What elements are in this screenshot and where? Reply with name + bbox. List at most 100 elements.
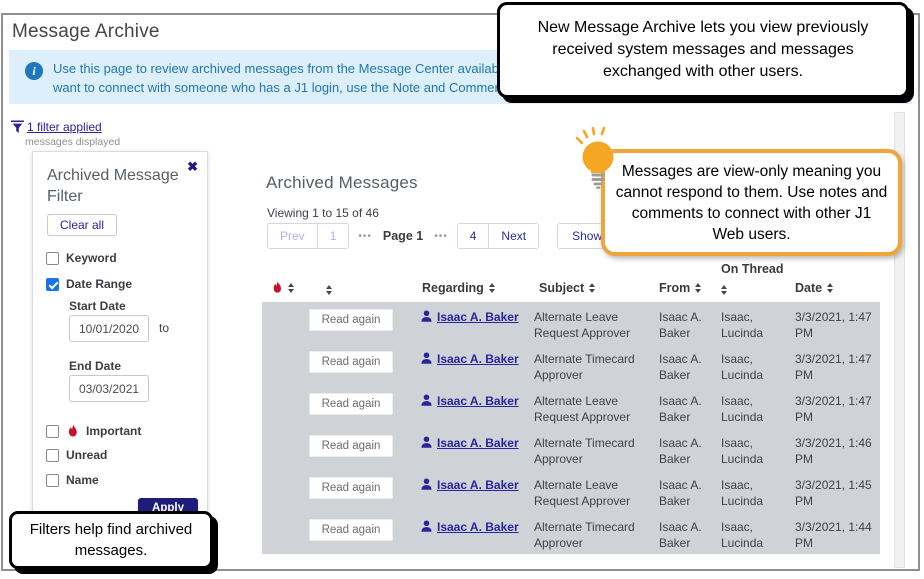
sort-icon[interactable] (827, 283, 833, 293)
regarding-link[interactable]: Isaac A. Baker (437, 477, 519, 493)
regarding-link[interactable]: Isaac A. Baker (437, 309, 519, 325)
on-thread-cell: Isaac, Lucinda (718, 309, 792, 341)
on-thread-cell: Isaac, Lucinda (718, 477, 792, 509)
subject-cell: Alternate Leave Request Approver (534, 309, 656, 341)
on-thread-cell: Isaac, Lucinda (718, 393, 792, 425)
filter-funnel-icon (11, 120, 24, 134)
date-cell: 3/3/2021, 1:46 PM (792, 435, 880, 467)
callout-new-message-archive: New Message Archive lets you view previo… (497, 2, 909, 98)
date-cell: 3/3/2021, 1:44 PM (792, 519, 880, 551)
sort-icon[interactable] (288, 283, 294, 293)
from-cell: Isaac A. Baker (656, 309, 718, 341)
name-checkbox[interactable] (46, 474, 59, 487)
filter-applied[interactable]: 1 filter applied (11, 120, 102, 134)
regarding-link[interactable]: Isaac A. Baker (437, 519, 519, 535)
from-cell: Isaac A. Baker (656, 477, 718, 509)
callout-bottom-text: Filters help find archived messages. (12, 519, 210, 561)
start-date-input[interactable] (69, 315, 149, 342)
table-row: Read again Isaac A. Baker Alternate Leav… (262, 302, 880, 344)
person-icon (420, 519, 433, 533)
sort-icon[interactable] (589, 283, 595, 293)
subject-cell: Alternate Timecard Approver (534, 519, 656, 551)
regarding-link[interactable]: Isaac A. Baker (437, 393, 519, 409)
on-thread-cell: Isaac, Lucinda (718, 519, 792, 551)
important-checkbox[interactable] (46, 425, 59, 438)
read-again-button[interactable]: Read again (309, 435, 394, 457)
on-thread-cell: Isaac, Lucinda (718, 435, 792, 467)
pagination: Prev 1 ••• Page 1 ••• 4 Next Show all (267, 223, 632, 249)
callout-tip-text: Messages are view-only meaning you canno… (615, 161, 888, 245)
person-icon (420, 351, 433, 365)
next-button[interactable]: Next (489, 224, 538, 248)
date-range-checkbox[interactable] (46, 278, 59, 291)
pagination-ellipsis: ••• (434, 231, 448, 242)
regarding-link[interactable]: Isaac A. Baker (437, 435, 519, 451)
subject-cell: Alternate Leave Request Approver (534, 477, 656, 509)
sort-icon[interactable] (721, 285, 727, 295)
unread-checkbox[interactable] (46, 449, 59, 462)
read-again-button[interactable]: Read again (309, 309, 394, 331)
important-label: Important (86, 424, 141, 438)
from-cell: Isaac A. Baker (656, 435, 718, 467)
person-icon (420, 477, 433, 491)
flame-icon (271, 280, 283, 295)
read-again-button[interactable]: Read again (309, 393, 394, 415)
on-thread-column-header[interactable]: On Thread (718, 262, 792, 295)
message-archive-screen: Message Archive i Use this page to revie… (0, 0, 924, 579)
pagination-ellipsis: ••• (358, 231, 372, 242)
viewing-count: Viewing 1 to 15 of 46 (267, 206, 379, 220)
date-cell: 3/3/2021, 1:47 PM (792, 351, 880, 383)
page-4-button[interactable]: 4 (458, 224, 490, 248)
prev-button[interactable]: Prev (268, 224, 318, 248)
table-row: Read again Isaac A. Baker Alternate Time… (262, 344, 880, 386)
person-icon (420, 309, 433, 323)
sort-icon[interactable] (326, 285, 332, 295)
archived-messages-heading: Archived Messages (266, 173, 418, 193)
unread-label: Unread (66, 448, 107, 462)
close-icon[interactable]: ✖ (187, 159, 198, 175)
table-header-row: Regarding Subject From On Thread Date (262, 262, 880, 302)
table-row: Read again Isaac A. Baker Alternate Leav… (262, 386, 880, 428)
important-column-header[interactable] (262, 280, 304, 295)
flame-icon (66, 423, 79, 439)
end-date-input[interactable] (69, 375, 149, 402)
clear-all-button[interactable]: Clear all (47, 214, 117, 236)
filter-panel-heading: Archived Message Filter (47, 165, 179, 207)
date-cell: 3/3/2021, 1:45 PM (792, 477, 880, 509)
archived-messages-table: Regarding Subject From On Thread Date (262, 262, 880, 554)
subject-column-header[interactable]: Subject (534, 281, 656, 295)
on-thread-cell: Isaac, Lucinda (718, 351, 792, 383)
subject-cell: Alternate Timecard Approver (534, 351, 656, 383)
page-1-button[interactable]: 1 (318, 224, 349, 248)
filter-applied-link[interactable]: 1 filter applied (27, 120, 102, 134)
start-date-label: Start Date (69, 299, 126, 313)
action-column-header[interactable] (304, 285, 404, 295)
keyword-filter-row: Keyword (46, 251, 117, 265)
regarding-column-header[interactable]: Regarding (404, 281, 534, 295)
current-page-label: Page 1 (383, 229, 423, 243)
date-column-header[interactable]: Date (792, 281, 880, 295)
keyword-checkbox[interactable] (46, 252, 59, 265)
from-cell: Isaac A. Baker (656, 393, 718, 425)
read-again-button[interactable]: Read again (309, 477, 394, 499)
lightbulb-icon (574, 127, 622, 193)
on-thread-header-label: On Thread (721, 262, 792, 276)
callout-view-only-tip: Messages are view-only meaning you canno… (601, 149, 902, 256)
subject-cell: Alternate Leave Request Approver (534, 393, 656, 425)
subject-header-label: Subject (539, 281, 584, 295)
from-cell: Isaac A. Baker (656, 351, 718, 383)
sort-icon[interactable] (489, 283, 495, 293)
pagination-prev-group: Prev 1 (267, 223, 349, 249)
regarding-header-label: Regarding (422, 281, 484, 295)
regarding-link[interactable]: Isaac A. Baker (437, 351, 519, 367)
from-column-header[interactable]: From (656, 281, 718, 295)
read-again-button[interactable]: Read again (309, 519, 394, 541)
subject-cell: Alternate Timecard Approver (534, 435, 656, 467)
name-label: Name (66, 473, 99, 487)
table-row: Read again Isaac A. Baker Alternate Leav… (262, 470, 880, 512)
callout-filters-help: Filters help find archived messages. (9, 511, 213, 569)
read-again-button[interactable]: Read again (309, 351, 394, 373)
sort-icon[interactable] (695, 283, 701, 293)
from-header-label: From (659, 281, 690, 295)
date-range-filter-row: Date Range (46, 277, 132, 291)
